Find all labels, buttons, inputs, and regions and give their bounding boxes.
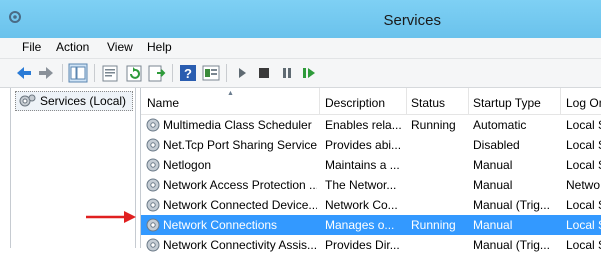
table-row[interactable]: Net.Tcp Port Sharing Service Provides abi… (141, 135, 601, 155)
restart-icon[interactable] (299, 63, 319, 83)
menu-help[interactable]: Help (144, 40, 175, 54)
column-header-startup-type[interactable]: Startup Type (473, 96, 557, 110)
cell-name: Net.Tcp Port Sharing Service (163, 138, 317, 152)
menu-action[interactable]: Action (53, 40, 92, 54)
cell-description: Network Co... (325, 198, 398, 212)
cell-description: The Networ... (325, 178, 397, 192)
pause-icon[interactable] (277, 63, 297, 83)
column-header-log-on-as[interactable]: Log On As (566, 96, 601, 110)
cell-description: Provides abi... (325, 138, 402, 152)
properties-icon[interactable] (100, 63, 120, 83)
title-bar[interactable]: Services (0, 0, 601, 38)
cell-startup-type: Manual (473, 158, 513, 172)
cell-startup-type: Automatic (473, 118, 527, 132)
cell-status: Running (411, 218, 456, 232)
cell-log-on-as: Local Sy (566, 218, 601, 232)
cell-log-on-as: Local Sy (566, 118, 601, 132)
menu-bar: File Action View Help (0, 38, 601, 59)
service-gear-icon (146, 198, 160, 212)
service-gear-icon (146, 158, 160, 172)
cell-description: Maintains a ... (325, 158, 400, 172)
cell-status: Running (411, 118, 456, 132)
table-row[interactable]: Network Connected Device... Network Co...… (141, 195, 601, 215)
column-header-description[interactable]: Description (325, 96, 405, 110)
export-list-icon[interactable] (147, 63, 167, 83)
services-list: ▲ Name Description Status Startup Type L… (140, 88, 601, 252)
menu-view[interactable]: View (104, 40, 136, 54)
table-row[interactable]: Netlogon Maintains a ... Manual Local Sy (141, 155, 601, 175)
column-header-name[interactable]: Name (147, 96, 179, 110)
svg-text:?: ? (184, 66, 192, 81)
refresh-icon[interactable] (124, 63, 144, 83)
console-tree: Services (Local) (10, 88, 136, 248)
cell-startup-type: Manual (473, 178, 513, 192)
back-icon[interactable] (14, 63, 34, 83)
cell-log-on-as: Local Se (566, 138, 601, 152)
cell-description: Manages o... (325, 218, 395, 232)
red-arrow-annotation (86, 211, 136, 223)
table-row[interactable]: Network Connections Manages o... Running Ma… (141, 215, 601, 235)
show-hide-console-tree-icon[interactable] (68, 63, 88, 83)
cell-description: Enables rela... (325, 118, 402, 132)
start-icon[interactable] (232, 63, 252, 83)
service-gear-icon (146, 138, 160, 152)
cell-startup-type: Disabled (473, 138, 520, 152)
cell-description: Provides Dir... (325, 238, 400, 252)
cell-name: Network Connectivity Assis... (163, 238, 317, 252)
cell-log-on-as: Netwo (566, 178, 601, 192)
cell-name: Multimedia Class Scheduler (163, 118, 312, 132)
toolbar: ? (0, 59, 601, 88)
sort-ascending-icon: ▲ (227, 90, 234, 97)
services-gear-icon (19, 94, 36, 107)
service-gear-icon (146, 118, 160, 132)
menu-file[interactable]: File (19, 40, 44, 54)
tree-item-label: Services (Local) (40, 94, 127, 108)
cell-startup-type: Manual (Trig... (473, 238, 550, 252)
column-header-status[interactable]: Status (411, 96, 469, 110)
stop-icon[interactable] (254, 63, 274, 83)
table-row[interactable]: Network Access Protection ... The Networ.… (141, 175, 601, 195)
window-title: Services (383, 12, 441, 29)
cell-name: Network Connections (163, 218, 278, 232)
cell-name: Network Access Protection ... (163, 178, 317, 192)
cell-startup-type: Manual (Trig... (473, 198, 550, 212)
cell-log-on-as: Local Sy (566, 158, 601, 172)
cell-log-on-as: Local Sy (566, 238, 601, 252)
cell-name: Network Connected Device... (163, 198, 317, 212)
forward-icon[interactable] (36, 63, 56, 83)
view-icon[interactable] (201, 63, 221, 83)
cell-name: Netlogon (163, 158, 212, 172)
service-gear-icon (146, 238, 160, 252)
tree-item-services-local[interactable]: Services (Local) (15, 91, 133, 111)
cell-startup-type: Manual (473, 218, 513, 232)
cell-log-on-as: Local Se (566, 198, 601, 212)
help-icon[interactable]: ? (178, 63, 198, 83)
table-row[interactable]: Network Connectivity Assis... Provides Di… (141, 235, 601, 255)
service-gear-icon (146, 178, 160, 192)
list-header: ▲ Name Description Status Startup Type L… (141, 88, 601, 115)
service-gear-icon (146, 218, 160, 232)
table-row[interactable]: Multimedia Class Scheduler Enables rela..… (141, 115, 601, 135)
